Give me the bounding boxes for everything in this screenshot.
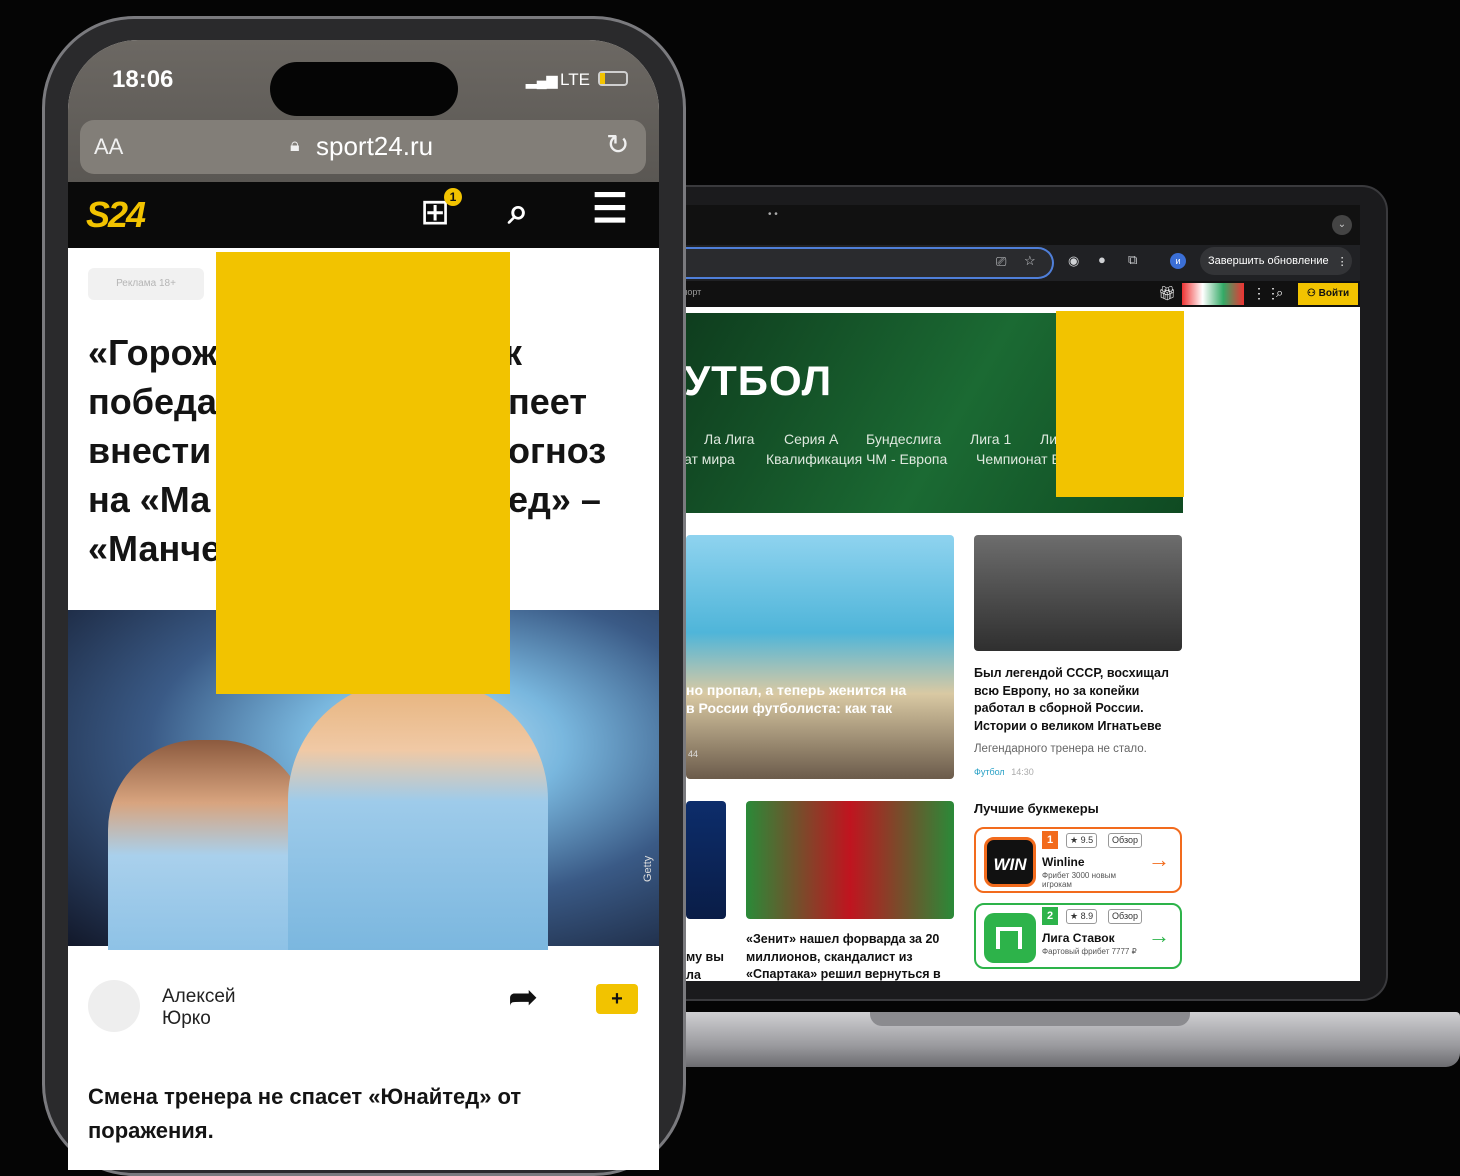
author-first-name: Алексей <box>162 986 236 1007</box>
url-domain[interactable]: sport24.ru <box>316 131 433 162</box>
story-time: 14:30 <box>1011 767 1034 777</box>
league-link[interactable]: Лига 1 <box>970 431 1011 447</box>
bookmaker-name: Лига Ставок <box>1042 931 1115 945</box>
league-link[interactable]: Ла Лига <box>704 431 754 447</box>
article-title-line: внести <box>88 430 212 471</box>
bookmaker-bonus: Фартовый фрибет 7777 ₽ <box>1042 947 1137 956</box>
lock-icon: 🔒︎ <box>290 135 300 155</box>
league-link[interactable]: Серия А <box>784 431 838 447</box>
article-title-line: «Манче <box>88 528 222 569</box>
article-title-line-right: ед» – <box>508 479 601 520</box>
bookmaker-bonus: Фрибет 3000 новым игрокам <box>1042 871 1116 889</box>
story-photo-beach[interactable] <box>686 535 954 779</box>
gift-badge: 1 <box>444 188 462 206</box>
text-size-button[interactable]: AA <box>94 134 123 160</box>
battery-icon <box>598 71 628 86</box>
network-type: LTE <box>560 70 590 89</box>
league-link[interactable]: Квалификация ЧМ - Европа <box>766 451 947 467</box>
reload-icon[interactable]: ↻ <box>606 128 629 161</box>
login-label: Войти <box>1318 288 1350 299</box>
login-button[interactable]: ⚇ Войти <box>1298 283 1358 305</box>
menu-icon[interactable]: ☰ <box>592 186 628 232</box>
article-title-line: «Горож <box>88 332 218 373</box>
site-header: S24 ⊞ 1 ⌕ ☰ <box>68 182 659 248</box>
share-icon[interactable]: ➦ <box>508 976 538 1018</box>
bookmaker-review-link[interactable]: Обзор <box>1108 833 1142 848</box>
more-vertical-icon[interactable]: ⋮ <box>1337 255 1348 268</box>
story-lead-ignatiev: Легендарного тренера не стало. <box>974 743 1147 755</box>
search-icon[interactable]: ⌕ <box>508 190 528 233</box>
ligastavok-logo <box>984 913 1036 963</box>
section-title: УТБОЛ <box>684 357 833 404</box>
site-header: Спорт 🎁︎ ⋮⋮ ⌕ ⚇ Войти <box>672 281 1360 307</box>
bookmaker-rank: 1 <box>1042 831 1058 849</box>
profile-avatar-icon[interactable]: и <box>1170 253 1186 269</box>
story-tag[interactable]: Футбол <box>974 767 1005 777</box>
redaction-block <box>216 252 510 694</box>
story-title-ignatiev[interactable]: Был легендой СССР, восхищал всю Европу, … <box>974 665 1184 735</box>
bookmaker-card-ligastavok[interactable]: 2 ★ 8.9 Обзор Лига Ставок Фартовый фрибе… <box>974 903 1182 969</box>
league-link[interactable]: Чемпионат Е <box>976 451 1061 467</box>
goal-icon <box>996 927 1022 949</box>
search-icon[interactable]: ⌕ <box>1276 285 1283 301</box>
user-icon: ⚇ <box>1306 288 1316 299</box>
article-title-line-right: огноз <box>508 430 607 471</box>
phone-screen: 18:06 ▂▄▆ LTE AA 🔒︎ sport24.ru ↻ S24 ⊞ 1… <box>68 40 659 1170</box>
address-bar[interactable]: ⎚ ☆ <box>672 247 1054 279</box>
winline-logo: WIN <box>984 837 1036 887</box>
article-lead: Смена тренера не спасет «Юнайтед» от пор… <box>88 1084 522 1143</box>
bookmaker-rating: ★ 8.9 <box>1066 909 1098 924</box>
bookmaker-name: Winline <box>1042 855 1085 869</box>
league-link[interactable]: Бундеслига <box>866 431 941 447</box>
arrow-right-icon[interactable]: → <box>1148 847 1170 873</box>
story-title-cut[interactable]: му вы ла <box>686 949 740 981</box>
update-chrome-label: Завершить обновление <box>1208 255 1329 267</box>
install-app-icon[interactable]: ⎚ <box>996 254 1006 270</box>
bookmaker-review-link[interactable]: Обзор <box>1108 909 1142 924</box>
story-title-zenit[interactable]: «Зенит» нашел форварда за 20 миллионов, … <box>746 931 960 981</box>
arrow-right-icon[interactable]: → <box>1148 923 1170 949</box>
url-bar[interactable]: AA 🔒︎ sport24.ru ↻ <box>80 120 646 174</box>
bookmaker-card-winline[interactable]: WIN 1 ★ 9.5 Обзор Winline Фрибет 3000 но… <box>974 827 1182 893</box>
camera-extension-icon[interactable]: ◉ <box>1068 253 1079 269</box>
laptop-notch <box>870 1012 1190 1026</box>
story-time: 44 <box>688 749 699 759</box>
author-name[interactable]: Алексей Юрко <box>162 986 236 1030</box>
status-time: 18:06 <box>112 66 174 93</box>
story-photo-zenit[interactable] <box>746 801 954 919</box>
story-title-overlay[interactable]: но пропал, а теперь женится на в России … <box>686 681 906 717</box>
player-left-figure <box>108 740 308 950</box>
comment-button[interactable]: + <box>596 984 638 1014</box>
author-avatar[interactable] <box>88 980 140 1032</box>
gift-icon[interactable]: 🎁︎ <box>1158 285 1176 302</box>
bookmaker-rating: ★ 9.5 <box>1066 833 1098 848</box>
ad-badge: Реклама 18+ <box>88 268 204 300</box>
story-meta-ignatiev: Футбол 14:30 <box>974 767 1034 777</box>
article-title-line: на «Ма <box>88 479 211 520</box>
article-title-line-right: пеет <box>508 381 587 422</box>
player-right-figure <box>288 680 548 950</box>
update-chrome-button[interactable]: Завершить обновление ⋮ <box>1200 247 1352 275</box>
bookmaker-rank: 2 <box>1042 907 1058 925</box>
laptop-screen: • • ⌄ ⎚ ☆ ◉ ● ⧉ и Завершить обновление ⋮… <box>672 205 1360 981</box>
camera-dots: • • <box>768 209 778 220</box>
photo-credit: Getty <box>642 855 654 882</box>
puzzle-extensions-icon[interactable]: ⧉ <box>1128 252 1137 268</box>
bookmakers-heading: Лучшие букмекеры <box>974 801 1099 816</box>
extension-circle-icon[interactable]: ● <box>1098 252 1106 267</box>
story-photo-cut[interactable] <box>686 801 726 919</box>
signal-bars-icon: ▂▄▆ <box>526 72 558 88</box>
s24-logo[interactable]: S24 <box>86 194 146 236</box>
author-last-name: Юрко <box>162 1008 211 1029</box>
redaction-block <box>1056 311 1184 497</box>
dynamic-island <box>270 62 458 116</box>
tab-dropdown-button[interactable]: ⌄ <box>1332 215 1352 235</box>
league-link[interactable]: Ли <box>1040 431 1057 447</box>
promo-banner[interactable] <box>1182 283 1244 305</box>
story-photo-ignatiev[interactable] <box>974 535 1182 651</box>
bookmark-star-icon[interactable]: ☆ <box>1024 253 1036 269</box>
league-link[interactable]: ат мира <box>684 451 735 467</box>
article-title-line: победа <box>88 381 217 422</box>
